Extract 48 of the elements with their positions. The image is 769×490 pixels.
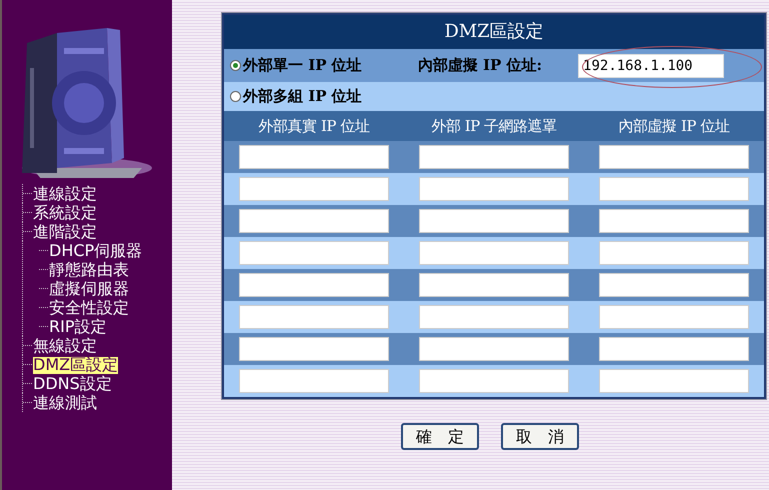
nav-item[interactable]: DMZ區設定 (33, 357, 118, 374)
input-field[interactable] (239, 145, 389, 169)
ip-field[interactable]: 192.168.1.100 (578, 54, 724, 78)
input-field[interactable] (419, 177, 569, 201)
input-field[interactable] (239, 305, 389, 329)
input-field[interactable] (599, 209, 749, 233)
form-button[interactable]: 確 定 (401, 423, 479, 450)
radio-button[interactable] (230, 91, 241, 102)
input-field[interactable] (419, 305, 569, 329)
panel-title: DMZ區設定 (224, 15, 764, 49)
nav-item[interactable]: DHCP伺服器 (49, 243, 142, 260)
nav-item[interactable]: 系統設定 (33, 205, 97, 222)
input-field[interactable] (599, 177, 749, 201)
column-header: 內部虛擬 IP 位址 (618, 116, 730, 136)
input-field[interactable] (419, 145, 569, 169)
nav-item[interactable]: 虛擬伺服器 (49, 281, 129, 298)
input-field[interactable] (419, 209, 569, 233)
input-field[interactable] (239, 209, 389, 233)
input-field[interactable] (599, 241, 749, 265)
nav-item[interactable]: 靜態路由表 (49, 262, 129, 278)
radio-button[interactable] (230, 60, 241, 71)
nav-item[interactable]: 安全性設定 (49, 300, 129, 316)
form-button[interactable]: 取 消 (501, 423, 579, 450)
radio-option[interactable]: 外部多組 IP 位址 (230, 87, 362, 106)
input-field[interactable] (599, 369, 749, 393)
radio-option[interactable]: 外部單一 IP 位址 (230, 56, 362, 75)
input-field[interactable] (239, 177, 389, 201)
nav-item[interactable]: 連線測試 (33, 395, 97, 412)
nav-item[interactable]: 進階設定 (33, 224, 97, 240)
input-field[interactable] (239, 273, 389, 297)
input-field[interactable] (419, 241, 569, 265)
input-field[interactable] (239, 337, 389, 361)
nav-item[interactable]: 連線設定 (33, 186, 97, 202)
field-label: 內部虛擬 IP 位址: (418, 56, 542, 75)
nav-item[interactable]: RIP設定 (49, 319, 106, 336)
nav-item[interactable]: 無線設定 (33, 338, 97, 354)
input-field[interactable] (599, 145, 749, 169)
input-field[interactable] (239, 241, 389, 265)
input-field[interactable] (599, 305, 749, 329)
input-field[interactable] (599, 273, 749, 297)
input-field[interactable] (419, 337, 569, 361)
column-header: 外部 IP 子網路遮罩 (430, 116, 558, 136)
input-field[interactable] (419, 369, 569, 393)
input-field[interactable] (599, 337, 749, 361)
column-header: 外部真實 IP 位址 (258, 116, 370, 136)
input-field[interactable] (239, 369, 389, 393)
input-field[interactable] (419, 273, 569, 297)
nav-item[interactable]: DDNS設定 (33, 376, 112, 392)
